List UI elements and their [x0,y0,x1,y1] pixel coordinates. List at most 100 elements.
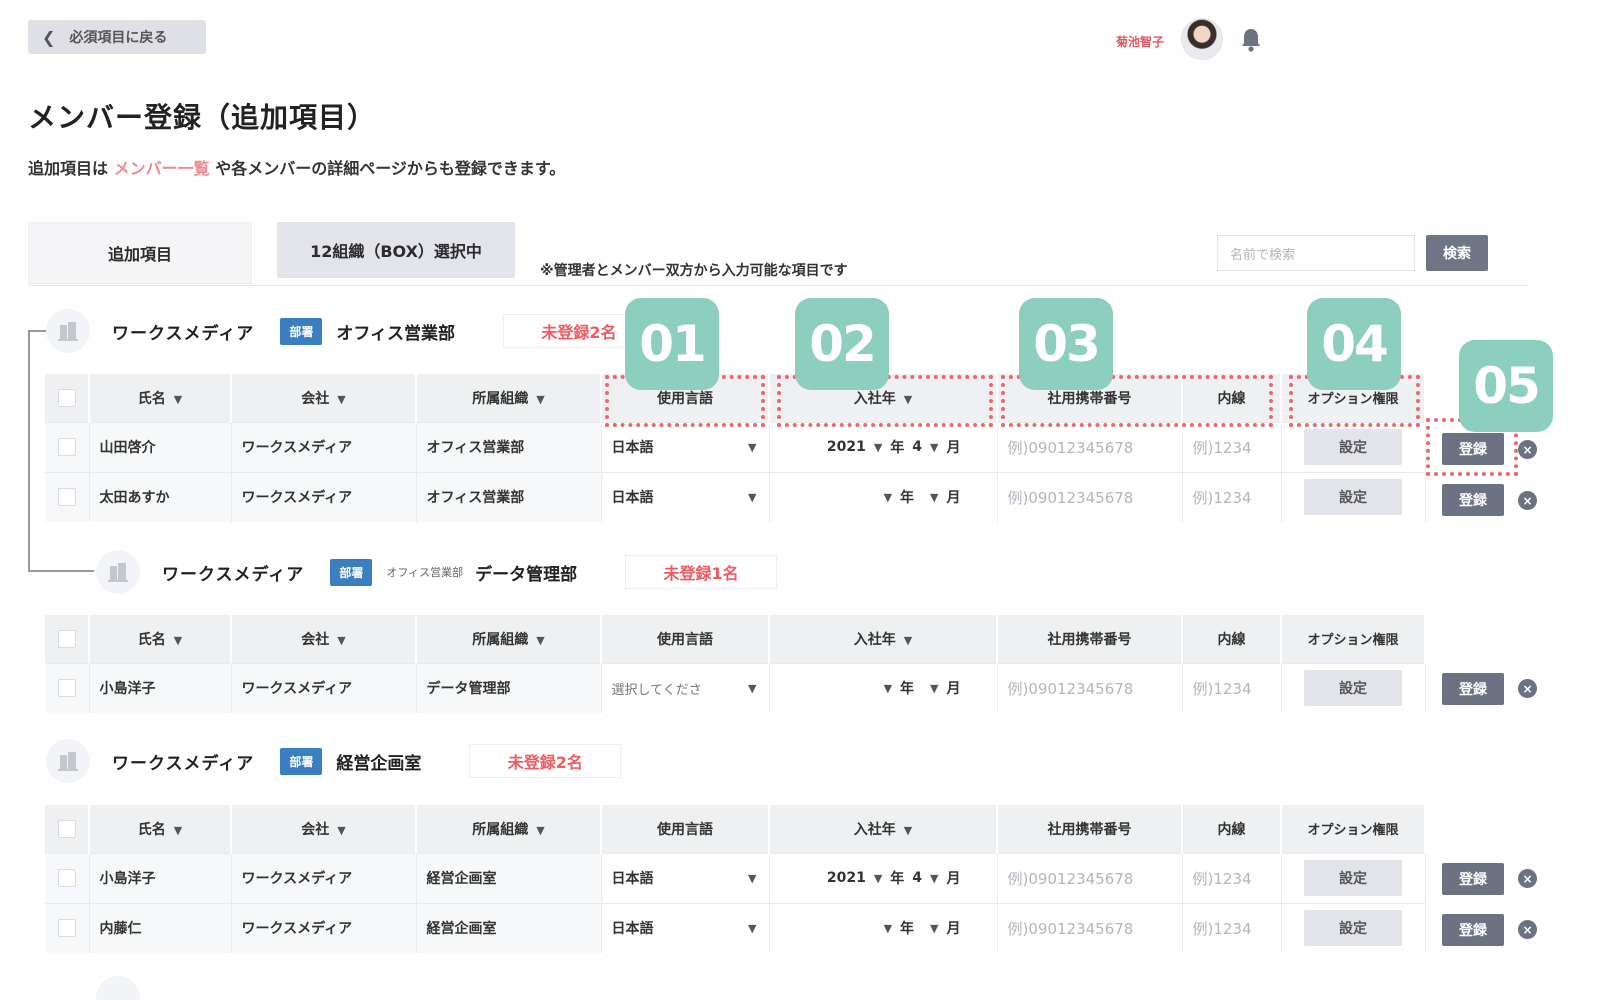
delete-icon[interactable]: × [1518,491,1537,510]
year-unit: 年 [900,681,915,698]
group-header: ワークスメディア 部署 経営企画室 未登録2名 [46,739,622,783]
month-value: 4 [912,870,923,886]
month-unit: 月 [946,871,961,887]
join-date[interactable]: ▼ 年 ▼ 月 [769,902,998,953]
delete-icon[interactable]: × [1518,920,1537,939]
col-extension: 内線 [1182,615,1282,663]
cell-name: 太田あすか [89,471,232,522]
col-org[interactable]: 所属組織 ▼ [416,374,602,422]
cell-name: 内藤仁 [89,902,232,953]
col-join-year[interactable]: 入社年 ▼ [769,805,998,853]
search-input[interactable]: 名前で検索 [1217,235,1415,271]
extension-input[interactable]: 例)1234 [1182,902,1282,953]
settings-button[interactable]: 設定 [1304,910,1402,947]
col-name[interactable]: 氏名 ▼ [89,374,232,422]
parent-dept-name: オフィス営業部 [386,566,464,579]
cell-name: 小島洋子 [89,662,232,713]
caret-down-icon: ▼ [748,921,757,935]
language-select[interactable]: 日本語 ▼ [601,471,770,522]
col-company[interactable]: 会社 ▼ [231,615,417,663]
settings-button[interactable]: 設定 [1304,479,1402,516]
settings-button[interactable]: 設定 [1304,670,1402,707]
callout-badge-01: 01 [625,298,719,390]
join-date[interactable]: 2021 ▼ 年 4 ▼ 月 [769,421,998,472]
select-all-checkbox[interactable] [57,819,76,838]
cell-org: 経営企画室 [416,902,602,953]
language-select[interactable]: 日本語 ▼ [601,852,770,903]
table-row: 内藤仁 ワークスメディア 経営企画室 日本語 ▼ ▼ 年 ▼ 月 例)090123456… [45,902,1426,953]
month-value: 4 [912,439,923,455]
search-button[interactable]: 検索 [1426,235,1488,271]
cell-name: 小島洋子 [89,852,232,903]
col-org[interactable]: 所属組織 ▼ [416,615,602,663]
member-list-link[interactable]: メンバー一覧 [114,159,210,178]
col-org[interactable]: 所属組織 ▼ [416,805,602,853]
unregistered-count: 未登録1名 [625,555,778,589]
row-checkbox[interactable] [57,869,76,887]
language-value: 日本語 [611,921,654,938]
register-button[interactable]: 登録 [1442,863,1504,895]
user-name: 菊池智子 [1116,35,1165,49]
delete-icon[interactable]: × [1518,679,1537,698]
register-button[interactable]: 登録 [1442,484,1504,516]
delete-icon[interactable]: × [1518,440,1537,459]
join-date[interactable]: 2021 ▼ 年 4 ▼ 月 [769,852,998,903]
settings-button[interactable]: 設定 [1304,860,1402,896]
row-checkbox[interactable] [57,919,76,938]
bell-icon[interactable] [1240,27,1262,53]
company-name: ワークスメディア [112,753,255,774]
caret-down-icon: ▼ [883,681,893,695]
join-date[interactable]: ▼ 年 ▼ 月 [769,662,998,713]
phone-input[interactable]: 例)09012345678 [997,471,1183,522]
extension-input[interactable]: 例)1234 [1182,421,1282,472]
language-select[interactable]: 選択してくださ ▼ [601,662,770,713]
extension-input[interactable]: 例)1234 [1182,852,1282,903]
row-checkbox[interactable] [57,488,76,507]
option-cell: 設定 [1281,852,1426,903]
col-name[interactable]: 氏名 ▼ [89,805,232,853]
col-join-year[interactable]: 入社年 ▼ [769,615,998,663]
phone-input[interactable]: 例)09012345678 [997,421,1183,472]
select-all-checkbox[interactable] [57,629,76,648]
phone-input[interactable]: 例)09012345678 [997,662,1183,713]
row-select-cell [45,471,90,522]
col-company[interactable]: 会社 ▼ [231,805,417,853]
settings-button[interactable]: 設定 [1304,429,1402,465]
back-to-required-button[interactable]: ❮ 必須項目に戻る [28,20,206,54]
language-select[interactable]: 日本語 ▼ [601,902,770,953]
sort-down-icon: ▼ [173,392,183,406]
tab-selected-orgs[interactable]: 12組織（BOX）選択中 [277,222,515,278]
caret-down-icon: ▼ [748,490,757,504]
language-select[interactable]: 日本語 ▼ [601,421,770,472]
cell-company: ワークスメディア [231,852,417,903]
col-company[interactable]: 会社 ▼ [231,374,417,422]
caret-down-icon: ▼ [930,490,939,504]
extension-input[interactable]: 例)1234 [1182,471,1282,522]
phone-input[interactable]: 例)09012345678 [997,852,1183,903]
row-checkbox[interactable] [57,679,76,698]
extension-input[interactable]: 例)1234 [1182,662,1282,713]
col-name[interactable]: 氏名 ▼ [89,615,232,663]
tab-additional-items[interactable]: 追加項目 [28,222,252,284]
option-cell: 設定 [1281,421,1426,472]
table-row: 山田啓介 ワークスメディア オフィス営業部 日本語 ▼ 2021 ▼ 年 4 ▼ 月 例)0… [45,421,1426,472]
col-label: 氏名 [137,821,166,838]
sort-down-icon: ▼ [536,633,545,647]
caret-down-icon: ▼ [930,871,939,885]
join-date[interactable]: ▼ 年 ▼ 月 [769,471,998,522]
row-checkbox[interactable] [57,438,76,456]
language-value: 日本語 [611,490,654,507]
delete-icon[interactable]: × [1518,869,1537,888]
option-cell: 設定 [1281,902,1426,953]
register-button[interactable]: 登録 [1442,673,1504,705]
sort-down-icon: ▼ [173,823,183,837]
phone-input[interactable]: 例)09012345678 [997,902,1183,953]
year-unit: 年 [900,921,915,938]
dept-badge: 部署 [280,317,323,345]
month-unit: 月 [946,921,961,938]
select-all-checkbox[interactable] [57,388,76,407]
col-label: 氏名 [137,390,166,407]
register-button[interactable]: 登録 [1442,914,1504,946]
col-language: 使用言語 [601,805,770,853]
avatar[interactable] [1181,18,1223,60]
